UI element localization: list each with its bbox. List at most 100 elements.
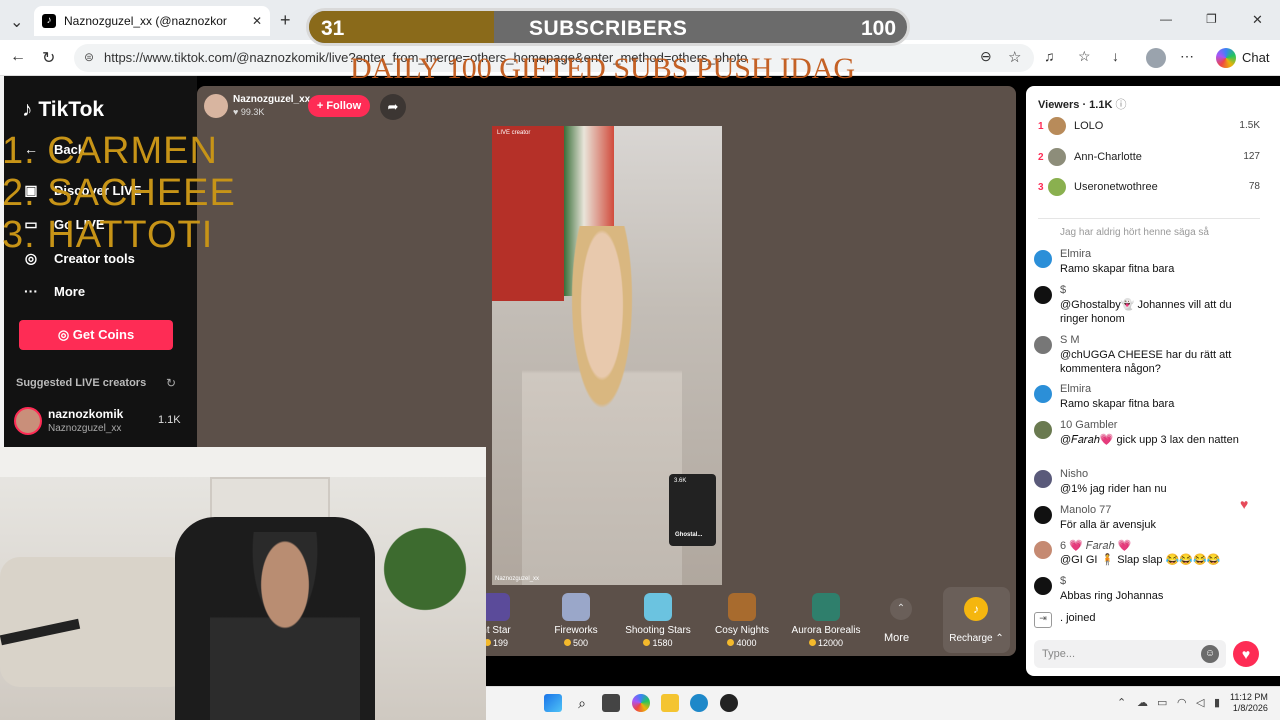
- avatar[interactable]: [1034, 250, 1052, 268]
- chat-input[interactable]: Type...: [1034, 640, 1226, 668]
- avatar[interactable]: [1034, 336, 1052, 354]
- suggested-creator[interactable]: naznozkomik Naznozguzel_xx 1.1K: [14, 405, 194, 437]
- chat-message: Nisho @1% jag rider han nu: [1034, 468, 1260, 502]
- webcam-sofa: [0, 557, 190, 687]
- viewer-rank: 1: [1038, 121, 1044, 132]
- creator-viewer-count: 1.1K: [158, 414, 181, 426]
- taskbar-clock[interactable]: 11:12 PM 1/8/2026: [1230, 692, 1268, 714]
- tray-display-icon[interactable]: ▭: [1157, 696, 1167, 709]
- chat-message: Manolo 77 För alla är avensjuk: [1034, 504, 1260, 538]
- fireworks-icon: [562, 593, 590, 621]
- avatar[interactable]: [1034, 421, 1052, 439]
- profile-avatar[interactable]: [1146, 48, 1166, 68]
- gift-item[interactable]: Aurora Borealis 12000: [788, 587, 864, 653]
- gift-price-value: 1580: [652, 638, 673, 648]
- tray-wifi-icon[interactable]: ◠: [1177, 696, 1187, 709]
- viewer-row[interactable]: 1 LOLO 1.5K: [1036, 117, 1260, 139]
- avatar[interactable]: [1034, 385, 1052, 403]
- guest-window[interactable]: 3.6K Ghostal...: [669, 474, 716, 546]
- site-info-icon[interactable]: ⊜: [84, 50, 94, 64]
- host-name[interactable]: Naznozguzel_xx: [233, 94, 310, 105]
- gift-name: Aurora Borealis: [791, 625, 861, 636]
- restore-icon[interactable]: ❐: [1206, 12, 1217, 26]
- chat-username[interactable]: $: [1060, 284, 1066, 296]
- tray-volume-icon[interactable]: ◁: [1196, 696, 1204, 709]
- avatar[interactable]: [1034, 577, 1052, 595]
- subscriber-label: SUBSCRIBERS: [529, 17, 688, 40]
- more-gifts-button[interactable]: ⌃ More: [884, 594, 920, 646]
- heart-icon: ♥: [233, 107, 239, 117]
- tray-cloud-icon[interactable]: ☁: [1137, 696, 1148, 709]
- media-icon[interactable]: ♫: [1044, 48, 1055, 64]
- avatar[interactable]: [1034, 541, 1052, 559]
- reload-icon[interactable]: ↻: [42, 48, 55, 68]
- favorite-star-icon[interactable]: ☆: [1008, 48, 1021, 66]
- chat-text: @GI GI 🧍 Slap slap 😂😂😂😂: [1060, 554, 1221, 566]
- video-watermark: Naznozguzel_xx: [495, 576, 540, 582]
- more-label: More: [884, 632, 910, 644]
- chat-username[interactable]: $: [1060, 575, 1066, 587]
- task-view-icon[interactable]: [602, 694, 620, 712]
- avatar[interactable]: [1034, 470, 1052, 488]
- edge-browser-icon[interactable]: [690, 694, 708, 712]
- refresh-icon[interactable]: ↻: [166, 376, 176, 390]
- get-coins-button[interactable]: ◎ Get Coins: [19, 320, 173, 350]
- coin-icon: [563, 639, 571, 646]
- viewer-row[interactable]: 2 Ann-Charlotte 127: [1036, 148, 1260, 170]
- gift-item[interactable]: Fireworks 500: [538, 587, 614, 653]
- chat-username[interactable]: Elmira: [1060, 248, 1091, 260]
- tiktok-logo[interactable]: ♪ TikTok: [22, 98, 104, 122]
- chat-username[interactable]: 10 Gambler: [1060, 419, 1117, 431]
- zoom-icon[interactable]: ⊖: [980, 48, 992, 65]
- downloads-icon[interactable]: ↓: [1112, 48, 1119, 64]
- chat-username[interactable]: S M: [1060, 334, 1080, 346]
- back-icon[interactable]: ←: [10, 48, 26, 66]
- minimize-icon[interactable]: —: [1160, 12, 1172, 26]
- guest-count: 3.6K: [674, 478, 687, 484]
- chat-username[interactable]: Elmira: [1060, 383, 1091, 395]
- chat-username[interactable]: 6 💗 𝐹𝑎𝑟𝑎ℎ 💗: [1060, 539, 1131, 553]
- recharge-button[interactable]: ♪ Recharge ⌃: [943, 587, 1010, 653]
- get-coins-label: Get Coins: [72, 327, 135, 342]
- file-explorer-icon[interactable]: [661, 694, 679, 712]
- coin-icon: ◎: [57, 327, 70, 342]
- avatar: [1048, 117, 1066, 135]
- gift-item[interactable]: Shooting Stars 1580: [620, 587, 696, 653]
- gift-item[interactable]: Cosy Nights 4000: [704, 587, 780, 653]
- live-tag: LIVE creator: [497, 130, 531, 136]
- chat-username[interactable]: Nisho: [1060, 468, 1088, 480]
- favorites-icon[interactable]: ☆: [1078, 48, 1091, 65]
- ranking-2: 2. SACHEEE: [2, 172, 236, 214]
- tray-chevron-icon[interactable]: ⌃: [1117, 696, 1126, 709]
- browser-tab[interactable]: ♪ Naznozguzel_xx (@naznozkor ✕: [34, 6, 270, 36]
- share-icon[interactable]: ➦: [380, 94, 406, 120]
- like-heart-button[interactable]: ♥: [1233, 641, 1259, 667]
- tray-battery-icon[interactable]: ▮: [1214, 696, 1220, 709]
- close-window-icon[interactable]: ✕: [1252, 12, 1263, 28]
- start-windows-icon[interactable]: [544, 694, 562, 712]
- new-tab-icon[interactable]: +: [280, 10, 291, 31]
- viewer-row[interactable]: 3 Useronetwothree 78: [1036, 178, 1260, 200]
- avatar[interactable]: [1034, 286, 1052, 304]
- nav-more[interactable]: ··· More: [22, 283, 85, 299]
- more-menu-icon[interactable]: ⋯: [1180, 48, 1194, 65]
- tab-list-chevron-icon[interactable]: ⌄: [10, 12, 23, 32]
- host-avatar[interactable]: [204, 94, 228, 118]
- chat-username[interactable]: Manolo 77: [1060, 504, 1111, 516]
- coin-icon: [808, 639, 816, 646]
- emoji-icon[interactable]: ☺: [1201, 645, 1219, 663]
- subscriber-goal: 100: [861, 17, 897, 40]
- search-icon[interactable]: ⌕: [573, 694, 591, 712]
- obs-icon[interactable]: [720, 694, 738, 712]
- shooting-stars-icon: [644, 593, 672, 621]
- chat-message: $ Abbas ring Johannas: [1034, 575, 1260, 609]
- chat-text: Ramo skapar fitna bara: [1060, 398, 1175, 410]
- avatar[interactable]: [1034, 506, 1052, 524]
- chat-button[interactable]: Chat: [1214, 44, 1272, 72]
- close-tab-icon[interactable]: ✕: [252, 14, 262, 28]
- streamer-figure: [522, 226, 682, 585]
- follow-button[interactable]: + Follow: [308, 95, 370, 117]
- copilot-taskbar-icon[interactable]: [632, 694, 650, 712]
- viewers-title[interactable]: Viewers · 1.1K ⓘ: [1038, 96, 1126, 112]
- webcam-feed: [0, 447, 486, 720]
